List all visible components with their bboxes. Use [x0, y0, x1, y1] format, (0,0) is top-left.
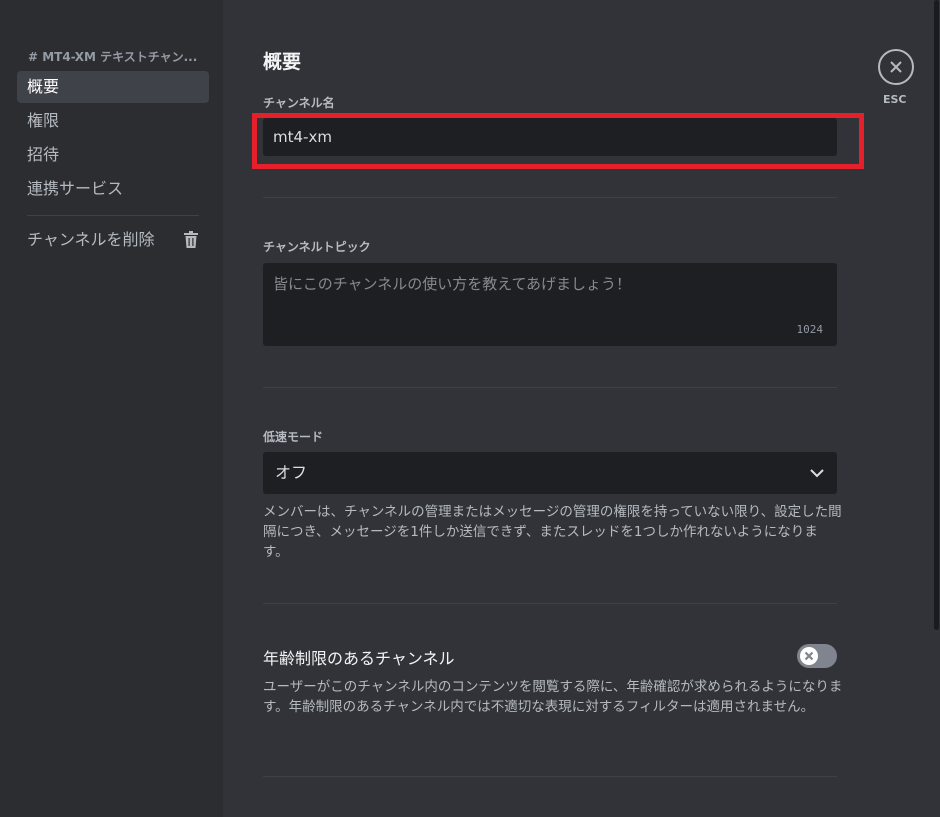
- scrollbar[interactable]: [934, 0, 939, 630]
- page-title: 概要: [263, 51, 302, 73]
- sidebar-header: # MT4-XM テキストチャン...: [28, 50, 198, 64]
- sidebar-item-integrations[interactable]: 連携サービス: [17, 173, 209, 205]
- highlight-box: [252, 113, 864, 169]
- sidebar-item-permissions[interactable]: 権限: [17, 105, 209, 137]
- age-restricted-title: 年齢制限のあるチャンネル: [263, 649, 455, 668]
- settings-content: 概要 チャンネル名 mt4-xm チャンネルトピック 皆にこのチャンネルの使い方…: [223, 0, 940, 817]
- slowmode-label: 低速モード: [263, 430, 324, 444]
- char-count: 1024: [796, 323, 824, 336]
- trash-icon: [184, 231, 198, 248]
- age-restricted-toggle[interactable]: [797, 644, 837, 668]
- slowmode-value: オフ: [275, 463, 308, 482]
- esc-label: ESC: [883, 93, 907, 106]
- x-icon: [804, 651, 814, 661]
- slowmode-select[interactable]: オフ: [263, 452, 837, 494]
- section-divider: [263, 603, 837, 604]
- chevron-down-icon: [810, 469, 824, 478]
- toggle-knob: [800, 647, 818, 665]
- slowmode-description: メンバーは、チャンネルの管理またはメッセージの管理の権限を持っていない限り、設定…: [263, 504, 842, 560]
- delete-channel-button[interactable]: チャンネルを削除: [17, 224, 209, 256]
- section-divider: [263, 387, 837, 388]
- sidebar-item-invites[interactable]: 招待: [17, 139, 209, 171]
- age-restricted-description: ユーザーがこのチャンネル内のコンテンツを閲覧する際に、年齢確認が求められるように…: [263, 679, 843, 715]
- delete-channel-label: チャンネルを削除: [27, 230, 155, 249]
- close-button[interactable]: [878, 49, 914, 85]
- sidebar-divider: [27, 215, 199, 216]
- channel-name-label: チャンネル名: [263, 96, 335, 110]
- settings-sidebar: # MT4-XM テキストチャン... 概要 権限 招待 連携サービス チャンネ…: [0, 0, 223, 817]
- section-divider: [263, 776, 837, 777]
- section-divider: [263, 197, 837, 198]
- channel-topic-label: チャンネルトピック: [263, 240, 371, 254]
- topic-placeholder: 皆にこのチャンネルの使い方を教えてあげましょう！: [273, 275, 632, 293]
- sidebar-item-overview[interactable]: 概要: [17, 71, 209, 103]
- close-icon: [890, 61, 902, 73]
- channel-topic-input[interactable]: 皆にこのチャンネルの使い方を教えてあげましょう！ 1024: [263, 263, 837, 346]
